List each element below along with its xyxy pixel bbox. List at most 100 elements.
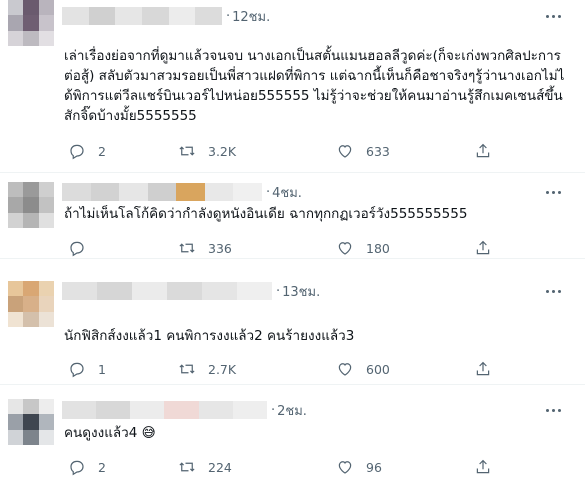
share-button[interactable]	[474, 236, 492, 260]
like-button[interactable]: 633	[336, 139, 390, 163]
retweet-button[interactable]: 224	[178, 455, 232, 479]
heart-icon	[338, 242, 352, 255]
tweet[interactable]: · 12ชม. เล่าเรื่องย่อจากที่ดูมาแล้วจนจบ …	[0, 0, 585, 173]
heart-icon	[338, 363, 352, 376]
tweet-header: · 4ชม.	[62, 182, 302, 202]
separator-dot: ·	[276, 283, 281, 299]
timestamp[interactable]: 13ชม.	[282, 281, 320, 302]
more-options-button[interactable]	[539, 6, 567, 26]
tweet-text: คนดูงงแล้ว4 😅	[64, 425, 156, 441]
avatar[interactable]	[8, 182, 54, 228]
avatar-pixel	[38, 281, 54, 297]
avatar-pixel	[38, 30, 54, 46]
like-button[interactable]: 96	[336, 455, 382, 479]
reply-count: 2	[98, 459, 106, 475]
name-pixel	[132, 282, 167, 300]
timestamp[interactable]: 12ชม.	[232, 6, 270, 27]
tweet-actions: 1 2.7K 600	[64, 357, 504, 381]
retweet-count: 3.2K	[208, 143, 237, 159]
like-button[interactable]: 180	[336, 236, 390, 260]
name-pixel	[195, 7, 222, 25]
name-pixel	[164, 401, 199, 419]
name-pixel	[202, 282, 237, 300]
name-pixel	[141, 7, 169, 25]
author-name[interactable]	[62, 183, 262, 201]
author-name[interactable]	[62, 282, 272, 300]
retweet-button[interactable]: 336	[178, 236, 232, 260]
name-pixel	[62, 183, 91, 201]
heart-icon	[338, 145, 352, 158]
avatar-pixel	[8, 212, 24, 228]
reply-icon	[70, 460, 84, 476]
avatar-pixel	[38, 296, 54, 312]
share-icon	[476, 361, 490, 376]
more-options-button[interactable]	[539, 400, 567, 420]
share-button[interactable]	[474, 139, 492, 163]
reply-button[interactable]: 1	[68, 357, 106, 381]
author-name[interactable]	[62, 7, 222, 25]
avatar-pixel	[8, 296, 24, 312]
share-button[interactable]	[474, 455, 492, 479]
share-button[interactable]	[474, 357, 492, 381]
more-options-button[interactable]	[539, 281, 567, 301]
name-pixel	[97, 282, 132, 300]
name-pixel	[62, 401, 97, 419]
tweet[interactable]: · 13ชม. นักฟิสิกส์งงแล้ว1 คนพิการงงแล้ว2…	[0, 259, 585, 385]
heart-icon	[338, 461, 352, 474]
name-pixel	[96, 401, 131, 419]
reply-count: 1	[98, 361, 106, 377]
separator-dot: ·	[266, 184, 271, 200]
retweet-button[interactable]: 3.2K	[178, 139, 236, 163]
avatar-pixel	[8, 399, 24, 415]
retweet-button[interactable]: 2.7K	[178, 357, 236, 381]
reply-button[interactable]: 2	[68, 139, 106, 163]
name-pixel	[237, 282, 272, 300]
avatar-pixel	[23, 182, 39, 198]
name-pixel	[232, 401, 267, 419]
name-pixel	[62, 7, 89, 25]
avatar-pixel	[23, 296, 39, 312]
like-count: 600	[366, 361, 390, 377]
avatar-pixel	[38, 429, 54, 445]
avatar[interactable]	[8, 399, 54, 445]
name-pixel	[167, 282, 202, 300]
like-button[interactable]: 600	[336, 357, 390, 381]
name-pixel	[62, 282, 97, 300]
name-pixel	[119, 183, 148, 201]
retweet-icon	[179, 146, 195, 156]
tweet[interactable]: · 4ชม. ถ้าไม่เห็นโลโก้คิดว่ากำลังดูหนังอ…	[0, 173, 585, 259]
avatar-pixel	[8, 0, 24, 16]
avatar[interactable]	[8, 0, 54, 46]
tweet-text: ถ้าไม่เห็นโลโก้คิดว่ากำลังดูหนังอินเดีย …	[64, 206, 468, 222]
tweet-text: เล่าเรื่องย่อจากที่ดูมาแล้วจนจบ นางเอกเป…	[64, 48, 565, 124]
avatar-pixel	[8, 311, 24, 327]
reply-button[interactable]	[68, 236, 98, 260]
more-options-button[interactable]	[539, 182, 567, 202]
separator-dot: ·	[271, 402, 276, 418]
avatar-pixel	[8, 429, 24, 445]
timestamp[interactable]: 4ชม.	[272, 182, 302, 203]
avatar[interactable]	[8, 281, 54, 327]
like-count: 96	[366, 459, 382, 475]
name-pixel	[233, 183, 262, 201]
name-pixel	[168, 7, 196, 25]
avatar-pixel	[8, 15, 24, 31]
like-count: 180	[366, 240, 390, 256]
reply-icon	[70, 144, 84, 160]
reply-button[interactable]: 2	[68, 455, 106, 479]
avatar-pixel	[38, 212, 54, 228]
avatar-pixel	[8, 30, 24, 46]
avatar-pixel	[23, 212, 39, 228]
share-icon	[476, 459, 490, 474]
retweet-icon	[179, 364, 195, 374]
like-count: 633	[366, 143, 390, 159]
avatar-pixel	[38, 182, 54, 198]
avatar-pixel	[23, 429, 39, 445]
author-name[interactable]	[62, 401, 267, 419]
timestamp[interactable]: 2ชม.	[277, 400, 307, 421]
tweet[interactable]: · 2ชม. คนดูงงแล้ว4 😅 2 224 96	[0, 385, 585, 493]
avatar-pixel	[23, 197, 39, 213]
tweet-actions: 2 3.2K 633	[64, 139, 504, 163]
retweet-count: 2.7K	[208, 361, 237, 377]
name-pixel	[204, 183, 234, 201]
